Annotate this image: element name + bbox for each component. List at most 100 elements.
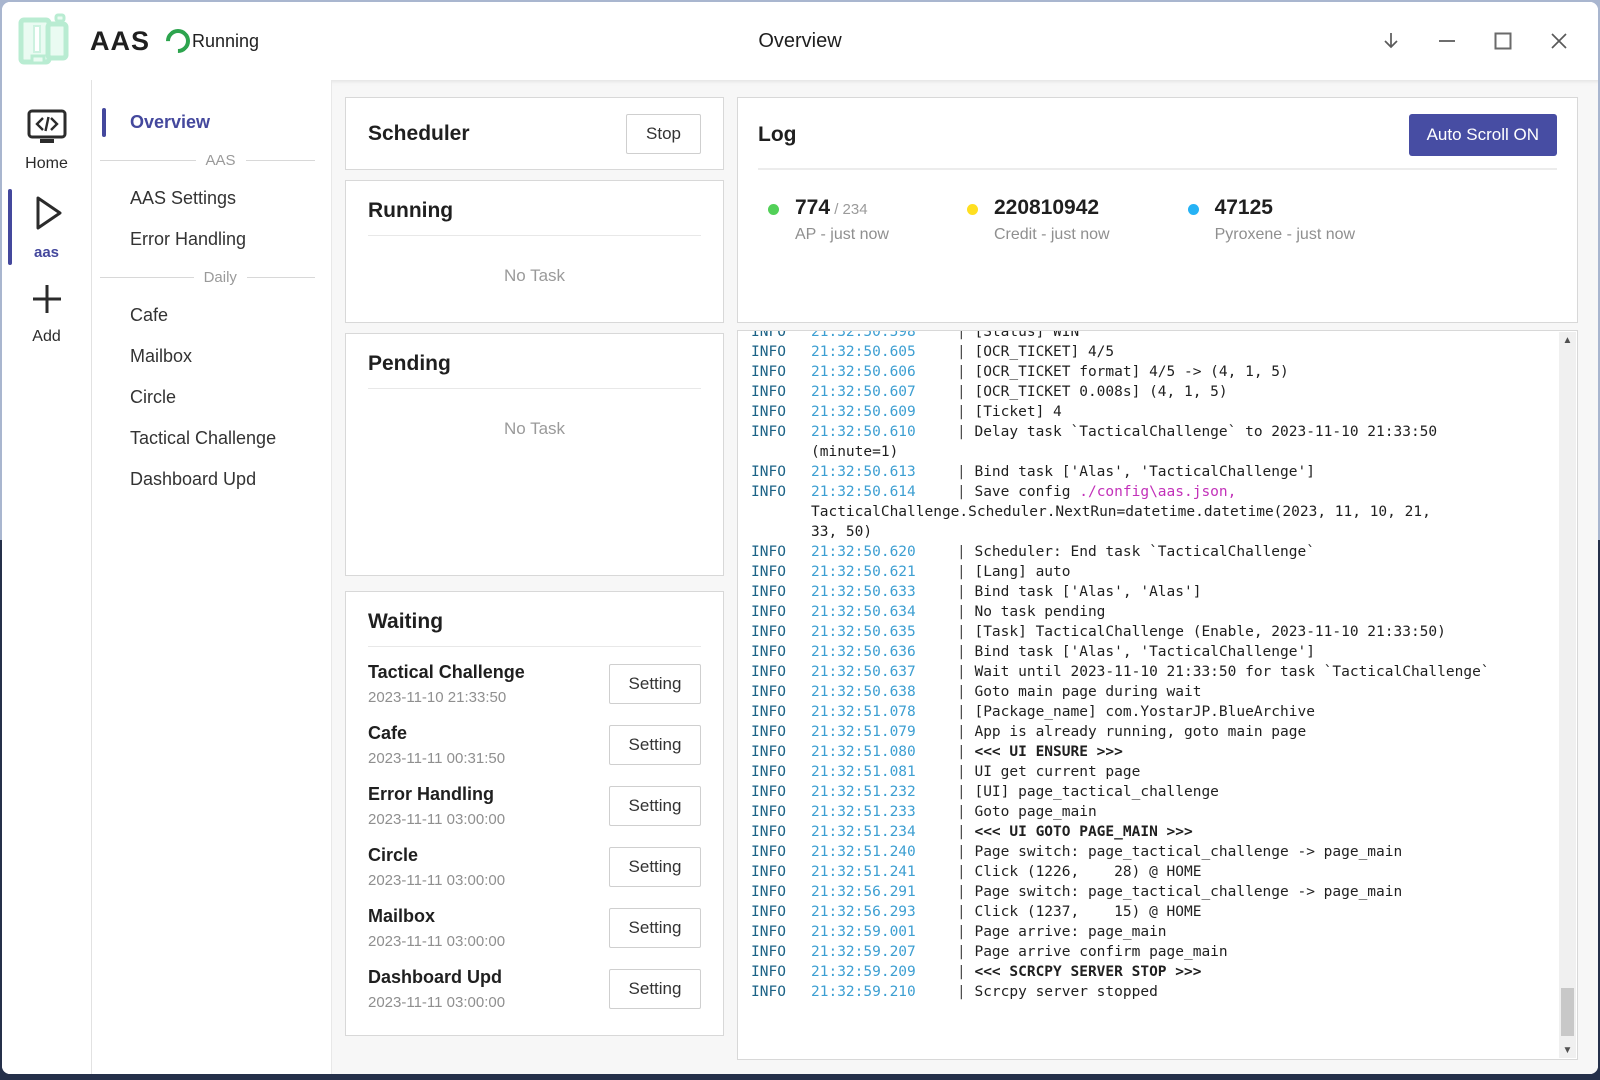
log-line: INFO21:32:51.078| [Package_name] com.Yos… — [751, 702, 1547, 722]
log-message: <<< UI ENSURE >>> — [974, 744, 1122, 760]
setting-button[interactable]: Setting — [609, 908, 701, 948]
sidebar-item-overview[interactable]: Overview — [92, 102, 331, 143]
log-timestamp: 21:32:50.598 — [811, 330, 957, 342]
log-message: Wait until 2023-11-10 21:33:50 for task … — [974, 664, 1489, 680]
waiting-task-next-run: 2023-11-11 03:00:00 — [368, 994, 505, 1011]
log-separator: | — [957, 624, 974, 640]
log-timestamp: 21:32:51.081 — [811, 762, 957, 782]
log-message: [Lang] auto — [974, 564, 1070, 580]
auto-scroll-button[interactable]: Auto Scroll ON — [1409, 114, 1557, 156]
waiting-task-row: Cafe2023-11-11 00:31:50Setting — [368, 714, 701, 775]
pending-title: Pending — [368, 352, 451, 375]
log-message: Scheduler: End task `TacticalChallenge` — [974, 544, 1314, 560]
log-timestamp: 21:32:50.607 — [811, 382, 957, 402]
log-message: Click (1237, 15) @ HOME — [974, 904, 1201, 920]
dashboard-stat: 774 / 234AP - just now — [768, 196, 889, 244]
setting-button[interactable]: Setting — [609, 725, 701, 765]
scrollbar-thumb[interactable] — [1561, 988, 1574, 1036]
log-line: INFO21:32:51.080| <<< UI ENSURE >>> — [751, 742, 1547, 762]
log-line: INFO21:32:50.635| [Task] TacticalChallen… — [751, 622, 1547, 642]
log-scrollbar[interactable]: ▲ ▼ — [1559, 332, 1576, 1058]
waiting-task-row: Dashboard Upd2023-11-11 03:00:00 Setting — [368, 958, 701, 1019]
scroll-up-icon[interactable]: ▲ — [1559, 332, 1576, 348]
log-level: INFO — [751, 462, 811, 482]
log-timestamp: 21:32:50.613 — [811, 462, 957, 482]
log-timestamp: 21:32:50.637 — [811, 662, 957, 682]
waiting-task-name: Circle — [368, 845, 505, 866]
scheduler-title: Scheduler — [368, 122, 470, 146]
log-message: [OCR_TICKET] 4/5 — [974, 344, 1114, 360]
log-message: Page arrive: page_main — [974, 924, 1166, 940]
rail-item-add[interactable]: Add — [2, 271, 91, 356]
log-separator: | — [957, 904, 974, 920]
sidebar-item-tactical-challenge[interactable]: Tactical Challenge — [92, 418, 331, 459]
waiting-task-row: Mailbox2023-11-11 03:00:00Setting — [368, 897, 701, 958]
log-timestamp: 21:32:50.634 — [811, 602, 957, 622]
waiting-task-name: Error Handling — [368, 784, 505, 805]
log-level: INFO — [751, 542, 811, 562]
waiting-task-info: Error Handling2023-11-11 03:00:00 — [368, 784, 505, 828]
log-level: INFO — [751, 922, 811, 942]
rail-item-home[interactable]: Home — [2, 100, 91, 183]
log-level: INFO — [751, 862, 811, 882]
log-separator: | — [957, 724, 974, 740]
log-separator: | — [957, 604, 974, 620]
log-message: Goto page_main — [974, 804, 1096, 820]
log-message: Bind task ['Alas', 'Alas'] — [974, 584, 1201, 600]
sidebar-item-aas-settings[interactable]: AAS Settings — [92, 178, 331, 219]
log-message: Page switch: page_tactical_challenge -> … — [974, 884, 1402, 900]
scroll-down-icon[interactable]: ▼ — [1559, 1042, 1576, 1058]
waiting-task-info: Dashboard Upd2023-11-11 03:00:00 — [368, 967, 505, 1011]
close-icon[interactable] — [1538, 21, 1580, 61]
page-title: Overview — [2, 30, 1598, 53]
log-line-continuation: TacticalChallenge.Scheduler.NextRun=date… — [751, 502, 1547, 522]
log-timestamp: 21:32:50.636 — [811, 642, 957, 662]
minimize-icon[interactable] — [1426, 21, 1468, 61]
log-level: INFO — [751, 802, 811, 822]
log-timestamp: 21:32:50.609 — [811, 402, 957, 422]
log-timestamp: 21:32:50.638 — [811, 682, 957, 702]
waiting-task-next-run: 2023-11-10 21:33:50 — [368, 689, 525, 706]
setting-button[interactable]: Setting — [609, 786, 701, 826]
log-timestamp: 21:32:51.240 — [811, 842, 957, 862]
log-level: INFO — [751, 622, 811, 642]
log-timestamp: 21:32:51.078 — [811, 702, 957, 722]
log-line: INFO21:32:51.240| Page switch: page_tact… — [751, 842, 1547, 862]
log-level: INFO — [751, 782, 811, 802]
maximize-icon[interactable] — [1482, 21, 1524, 61]
setting-button[interactable]: Setting — [609, 847, 701, 887]
log-separator: | — [957, 644, 974, 660]
log-timestamp: 21:32:50.620 — [811, 542, 957, 562]
log-card: Log Auto Scroll ON 774 / 234AP - just no… — [737, 97, 1578, 323]
waiting-title: Waiting — [368, 610, 443, 633]
log-separator: | — [957, 344, 974, 360]
sidebar-item-error-handling[interactable]: Error Handling — [92, 219, 331, 260]
stat-label: AP - just now — [795, 226, 889, 244]
stat-body: 220810942Credit - just now — [994, 196, 1110, 244]
log-timestamp: 21:32:59.001 — [811, 922, 957, 942]
sidebar-item-cafe[interactable]: Cafe — [92, 295, 331, 336]
log-line: INFO21:32:50.598| [Status] WIN — [751, 330, 1547, 342]
waiting-task-row: Error Handling2023-11-11 03:00:00 Setting — [368, 775, 701, 836]
log-message: Page switch: page_tactical_challenge -> … — [974, 844, 1402, 860]
rail-item-aas[interactable]: aas — [2, 183, 91, 271]
log-message: [Status] WIN — [974, 330, 1079, 340]
sidebar-item-mailbox[interactable]: Mailbox — [92, 336, 331, 377]
log-level: INFO — [751, 562, 811, 582]
waiting-task-row: Circle2023-11-11 03:00:00Setting — [368, 836, 701, 897]
stop-button[interactable]: Stop — [626, 114, 701, 154]
download-update-icon[interactable] — [1370, 21, 1412, 61]
pending-card: Pending No Task — [345, 333, 724, 576]
log-line: INFO21:32:51.081| UI get current page — [751, 762, 1547, 782]
running-card: Running No Task — [345, 180, 724, 323]
setting-button[interactable]: Setting — [609, 664, 701, 704]
waiting-task-next-run: 2023-11-11 00:31:50 — [368, 750, 505, 767]
log-level: INFO — [751, 822, 811, 842]
log-separator: | — [957, 330, 974, 340]
log-message: App is already running, goto main page — [974, 724, 1306, 740]
scrollbar-track[interactable] — [1559, 348, 1576, 1042]
sidebar-item-circle[interactable]: Circle — [92, 377, 331, 418]
setting-button[interactable]: Setting — [609, 969, 701, 1009]
log-level: INFO — [751, 982, 811, 1002]
sidebar-item-dashboard-upd[interactable]: Dashboard Upd — [92, 459, 331, 500]
